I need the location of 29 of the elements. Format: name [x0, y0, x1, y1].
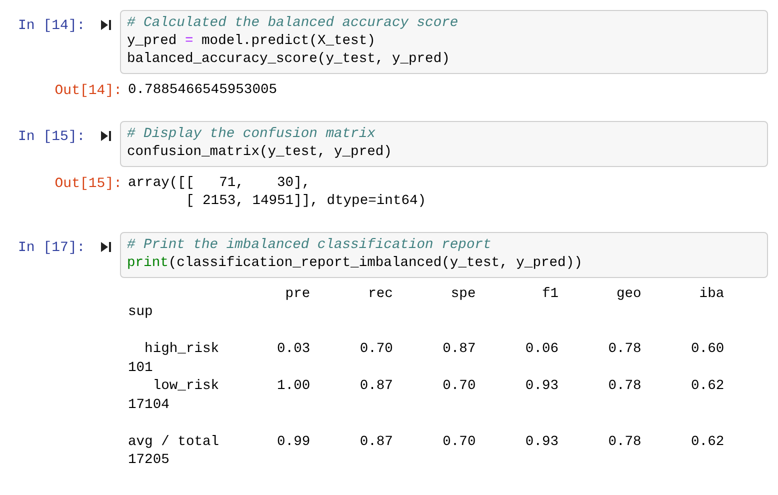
run-icon[interactable] — [100, 19, 112, 31]
output-line: avg / total 0.99 0.87 0.70 0.93 0.78 0.62 — [128, 434, 724, 452]
input-prompt: In [15]: — [17, 128, 86, 146]
code-editor[interactable]: # Display the confusion matrix confusion_matrix(y_test, y_pred) — [120, 120, 768, 166]
output-line: 101 — [128, 360, 154, 378]
code-line: # Print the imbalanced classification report — [127, 236, 492, 254]
code-line: balanced_accuracy_score(y_test, y_pred) — [127, 51, 451, 69]
output-prompt: Out[14]: — [54, 82, 122, 100]
input-prompt: In [17]: — [17, 238, 86, 258]
output-line: pre rec spe f1 geo iba — [284, 286, 724, 304]
output-line: high_risk 0.03 0.70 0.87 0.06 0.78 0.60 — [144, 341, 724, 359]
run-icon[interactable] — [100, 130, 112, 142]
output-prompt: Out[15]: — [54, 174, 122, 192]
input-prompt: In [14]: — [17, 17, 86, 36]
output-line: low_risk 1.00 0.87 0.70 0.93 0.78 0.62 — [152, 378, 724, 396]
code-line: # Display the confusion matrix — [127, 126, 376, 144]
output-line: 17104 — [128, 396, 170, 414]
code-line: print(classification_report_imbalanced(y_test, y_pred)) — [127, 254, 584, 272]
output-line: 17205 — [128, 452, 170, 470]
output-line: 0.7885466545953005 — [128, 82, 278, 100]
code-line: confusion_matrix(y_test, y_pred) — [127, 144, 393, 162]
code-editor[interactable]: # Print the imbalanced classification report print(classification_report_imbalanced(y_test, y_pred)) — [120, 232, 768, 278]
output-line: array([[ 71, 30], — [128, 174, 312, 192]
output-line: sup — [128, 304, 154, 322]
output-line: [ 2153, 14951]], dtype=int64) — [184, 193, 426, 211]
run-icon[interactable] — [100, 240, 112, 252]
code-editor[interactable]: # Calculated the balanced accuracy score y_pred = model.predict(X_test) balanced_accuracy_score(y_test, y_pred) — [120, 10, 768, 74]
code-line: # Calculated the balanced accuracy score — [127, 15, 460, 33]
code-line: y_pred = model.predict(X_test) — [127, 33, 376, 51]
